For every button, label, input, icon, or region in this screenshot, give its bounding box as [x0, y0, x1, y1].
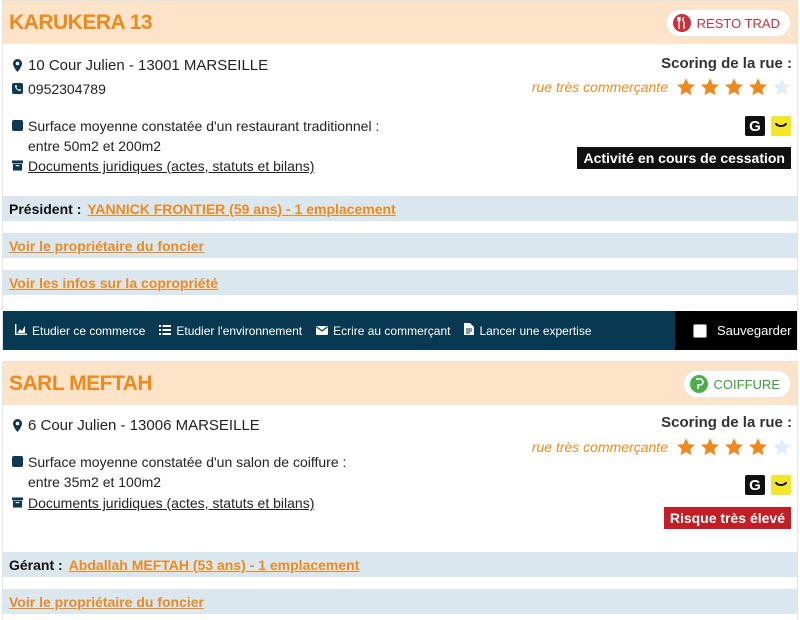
star-filled-icon: [677, 78, 695, 96]
write-merchant-label: Ecrire au commerçant: [333, 323, 451, 338]
president-band: Président : YANNICK FRONTIER (59 ans) - …: [3, 196, 797, 221]
surface-text: Surface moyenne constatée d'un restauran…: [28, 116, 379, 156]
copro-band: Voir les infos sur la copropriété: [3, 270, 797, 295]
address-line: 6 Cour Julien - 13006 MARSEILLE: [12, 417, 260, 434]
star-empty-icon: [773, 78, 791, 96]
owner-band: Voir le propriétaire du foncier: [3, 233, 797, 258]
star-filled-icon: [725, 78, 743, 96]
partner-logos: G: [745, 116, 791, 136]
scoring-row: rue très commerçante: [532, 437, 792, 457]
manager-link[interactable]: Abdallah MEFTAH (53 ans) - 1 emplacement: [69, 557, 360, 573]
list-lines-icon: [159, 324, 172, 338]
address-text: 10 Cour Julien - 13001 MARSEILLE: [28, 57, 269, 74]
star-filled-icon: [677, 438, 695, 456]
launch-expertise-button[interactable]: Lancer une expertise: [464, 323, 592, 338]
hairdresser-pin-icon: [689, 375, 708, 393]
phone-line: 0952304789: [12, 81, 106, 97]
role-label: Président :: [9, 200, 82, 217]
scoring-title: Scoring de la rue :: [661, 55, 792, 72]
business-name[interactable]: KARUKERA 13: [9, 11, 153, 35]
study-shop-label: Etudier ce commerce: [32, 323, 146, 338]
map-marker-icon: [12, 59, 23, 72]
study-environment-label: Etudier l'environnement: [176, 323, 303, 338]
map-marker-icon: [12, 419, 23, 432]
cutlery-pin-icon: [672, 14, 691, 32]
view-copro-link[interactable]: Voir les infos sur la copropriété: [9, 275, 218, 291]
area-chart-icon: [15, 323, 27, 338]
status-badge: Risque très élevé: [663, 507, 791, 529]
phone-icon: [12, 83, 23, 94]
save-label: Sauvegarder: [717, 323, 792, 338]
address-line: 10 Cour Julien - 13001 MARSEILLE: [12, 57, 268, 74]
manager-band: Gérant : Abdallah MEFTAH (53 ans) - 1 em…: [3, 552, 797, 577]
partner-logos: G: [745, 475, 791, 495]
legal-docs-link[interactable]: Documents juridiques (actes, statuts et …: [28, 495, 314, 511]
rating-stars: [676, 77, 792, 97]
surface-text: Surface moyenne constatée d'un salon de …: [28, 452, 346, 492]
launch-expertise-label: Lancer une expertise: [479, 323, 592, 338]
category-label: COIFFURE: [713, 376, 780, 392]
surface-square-icon: [12, 120, 23, 131]
star-filled-icon: [749, 78, 767, 96]
study-environment-button[interactable]: Etudier l'environnement: [159, 324, 302, 338]
view-owner-link[interactable]: Voir le propriétaire du foncier: [9, 238, 204, 254]
role-label: Gérant :: [9, 556, 63, 573]
category-label: RESTO TRAD: [696, 15, 780, 31]
rating-stars: [676, 437, 792, 457]
archive-box-icon: [12, 160, 23, 171]
category-badge[interactable]: COIFFURE: [682, 370, 791, 398]
business-card-karukera: KARUKERA 13 RESTO TRAD 10 Cour Julien - …: [2, 0, 798, 350]
google-icon[interactable]: G: [745, 116, 765, 136]
star-filled-icon: [701, 438, 719, 456]
star-empty-icon: [773, 438, 791, 456]
address-text: 6 Cour Julien - 13006 MARSEILLE: [28, 417, 260, 434]
surface-line1: Surface moyenne constatée d'un restauran…: [28, 118, 380, 134]
smile-logo-icon[interactable]: [771, 475, 791, 495]
write-merchant-button[interactable]: Ecrire au commerçant: [316, 324, 450, 338]
save-toggle[interactable]: Sauvegarder: [675, 311, 797, 350]
save-checkbox[interactable]: [693, 323, 707, 338]
star-filled-icon: [725, 438, 743, 456]
study-shop-button[interactable]: Etudier ce commerce: [15, 323, 146, 338]
category-badge[interactable]: RESTO TRAD: [665, 9, 791, 37]
business-card-meftah: SARL MEFTAH COIFFURE 6 Cour Julien - 130…: [2, 361, 798, 620]
smile-logo-icon[interactable]: [771, 116, 791, 136]
phone-text[interactable]: 0952304789: [28, 81, 106, 97]
president-link[interactable]: YANNICK FRONTIER (59 ans) - 1 emplacemen…: [87, 201, 395, 217]
star-filled-icon: [701, 78, 719, 96]
surface-line2: entre 50m2 et 200m2: [28, 138, 162, 154]
business-name[interactable]: SARL MEFTAH: [9, 372, 153, 396]
google-icon[interactable]: G: [745, 475, 765, 495]
view-owner-link[interactable]: Voir le propriétaire du foncier: [9, 594, 204, 610]
scoring-text: rue très commerçante: [531, 79, 668, 95]
surface-line2: entre 35m2 et 100m2: [28, 474, 162, 490]
legal-docs-line[interactable]: Documents juridiques (actes, statuts et …: [12, 158, 314, 174]
star-filled-icon: [749, 438, 767, 456]
scoring-text: rue très commerçante: [531, 439, 668, 455]
surface-line1: Surface moyenne constatée d'un salon de …: [28, 454, 347, 470]
document-icon: [464, 323, 475, 338]
status-badge: Activité en cours de cessation: [577, 147, 791, 169]
owner-band: Voir le propriétaire du foncier: [3, 589, 797, 614]
archive-box-icon: [12, 497, 23, 508]
surface-square-icon: [12, 456, 23, 467]
legal-docs-link[interactable]: Documents juridiques (actes, statuts et …: [28, 158, 314, 174]
card-header: SARL MEFTAH COIFFURE: [3, 362, 797, 405]
surface-info: Surface moyenne constatée d'un restauran…: [12, 116, 379, 156]
scoring-row: rue très commerçante: [532, 77, 792, 97]
action-toolbar: Etudier ce commerce Etudier l'environnem…: [3, 311, 797, 350]
scoring-title: Scoring de la rue :: [661, 414, 792, 431]
surface-info: Surface moyenne constatée d'un salon de …: [12, 452, 346, 492]
envelope-icon: [316, 324, 329, 338]
card-header: KARUKERA 13 RESTO TRAD: [3, 1, 797, 44]
legal-docs-line[interactable]: Documents juridiques (actes, statuts et …: [12, 495, 314, 511]
